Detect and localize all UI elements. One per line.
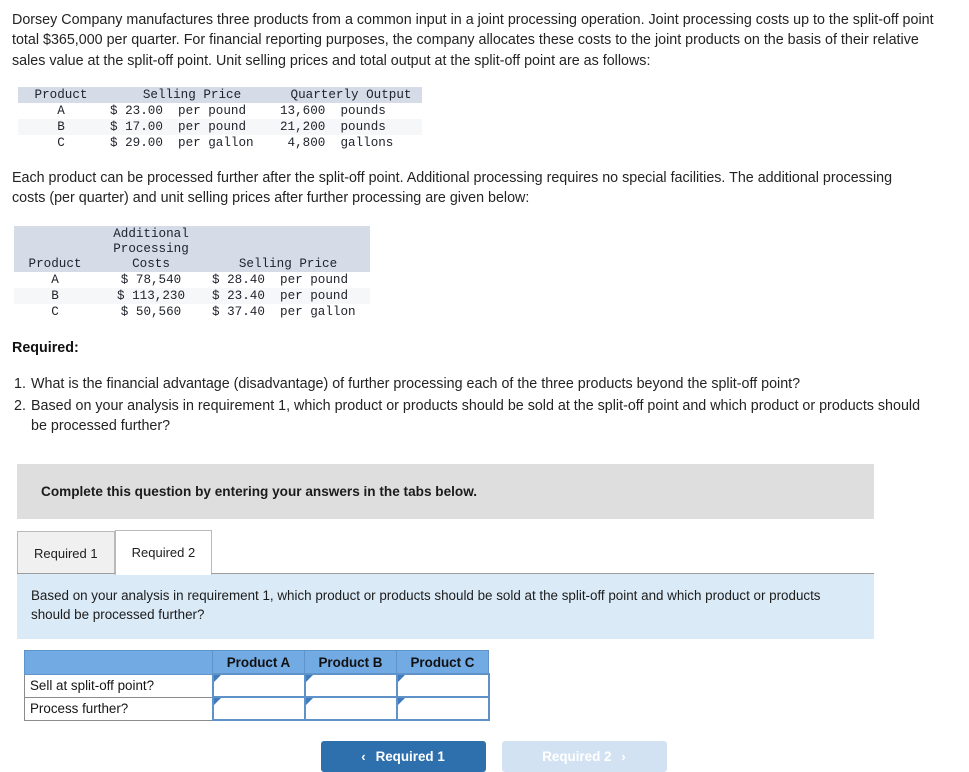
cell-additional-cost: $ 50,560 [120, 305, 182, 320]
table-header-row: Product Additional Processing Costs Sellin… [14, 226, 370, 273]
further-processing-data-table: Product Additional Processing Costs Sellin… [14, 226, 370, 320]
next-button-label: Required 2 [542, 749, 612, 765]
tab-required-1[interactable]: Required 1 [17, 531, 115, 574]
chevron-down-icon [397, 698, 405, 706]
answer-grid-header-product-c: Product C [396, 649, 489, 675]
cell-additional-cost: $ 113,230 [116, 289, 186, 304]
table-row: C $ 50,560 $ 37.40 per gallon [14, 304, 370, 320]
cell-product: C [57, 135, 65, 150]
chevron-right-icon: › [621, 749, 626, 765]
required-item-number: 2. [14, 397, 26, 414]
navigation-row: ‹ Required 1 Required 2 › [12, 741, 955, 772]
cell-selling-price: $ 23.00 per pound [110, 103, 247, 118]
header-quarterly-output: Quarterly Output [290, 87, 412, 102]
required-heading: Required: [12, 340, 79, 357]
cell-product: C [51, 305, 59, 320]
instruction-text: Complete this question by entering your … [41, 484, 478, 499]
answer-row-sell-at-splitoff: Sell at split-off point? [24, 673, 490, 699]
chevron-down-icon [305, 675, 313, 683]
answer-row-process-further: Process further? [24, 696, 490, 722]
cell-quarterly-output: 4,800 gallons [280, 135, 394, 150]
answer-row-label: Sell at split-off point? [24, 673, 213, 698]
chevron-down-icon [305, 698, 313, 706]
answer-grid-header-product-b: Product B [304, 649, 397, 675]
next-required-2-button[interactable]: Required 2 › [501, 741, 667, 772]
answer-row-label: Process further? [24, 696, 213, 721]
table-row: B $ 17.00 per pound 21,200 pounds [18, 118, 422, 135]
chevron-down-icon [397, 675, 405, 683]
tab-strip: Required 1 Required 2 [17, 529, 874, 575]
required-item-text: Based on your analysis in requirement 1,… [31, 397, 921, 435]
select-sell-splitoff-product-b[interactable] [303, 673, 398, 699]
cell-product: A [57, 103, 65, 118]
intro-paragraph-1: Dorsey Company manufactures three produc… [12, 12, 934, 69]
required-list: 1. What is the financial advantage (disa… [12, 374, 955, 437]
chevron-down-icon [213, 698, 221, 706]
table-row: C $ 29.00 per gallon 4,800 gallons [18, 135, 422, 151]
intro-paragraph-2: Each product can be processed further af… [12, 169, 893, 207]
splitoff-data-table: Product Selling Price Quarterly Output A… [18, 86, 422, 151]
chevron-down-icon [213, 675, 221, 683]
table-header-row: Product Selling Price Quarterly Output [18, 86, 422, 103]
answer-grid-header-row: Product A Product B Product C [24, 649, 489, 675]
table-row: B $ 113,230 $ 23.40 per pound [14, 288, 370, 305]
answer-grid-corner [24, 649, 213, 675]
required-item-2: 2. Based on your analysis in requirement… [12, 396, 931, 437]
chevron-left-icon: ‹ [361, 749, 366, 765]
prev-required-1-button[interactable]: ‹ Required 1 [320, 741, 486, 772]
header-additional-processing-costs: Additional Processing Costs [113, 227, 189, 271]
instruction-banner: Complete this question by entering your … [17, 464, 874, 519]
question-page: Dorsey Company manufactures three produc… [0, 0, 969, 772]
cell-selling-price: $ 29.00 per gallon [110, 135, 254, 150]
cell-product: B [57, 119, 65, 134]
answer-grid-header-product-a: Product A [212, 649, 305, 675]
cell-quarterly-output: 21,200 pounds [280, 119, 386, 134]
header-selling-price: Selling Price [238, 256, 338, 271]
cell-product: A [51, 273, 59, 288]
question-text: Based on your analysis in requirement 1,… [31, 588, 821, 623]
select-process-further-product-b[interactable] [303, 696, 398, 722]
question-panel: Based on your analysis in requirement 1,… [17, 574, 874, 639]
select-process-further-product-c[interactable] [395, 696, 490, 722]
table-row: A $ 78,540 $ 28.40 per pound [14, 272, 370, 288]
prev-button-label: Required 1 [375, 749, 445, 765]
cell-additional-cost: $ 78,540 [120, 273, 182, 288]
answer-grid: Product A Product B Product C Sell at sp… [24, 649, 490, 722]
table-row: A $ 23.00 per pound 13,600 pounds [18, 103, 422, 119]
cell-selling-price: $ 17.00 per pound [110, 119, 247, 134]
cell-selling-price: $ 28.40 per pound [212, 273, 349, 288]
header-selling-price: Selling Price [142, 87, 242, 102]
select-sell-splitoff-product-a[interactable] [211, 673, 306, 699]
select-process-further-product-a[interactable] [211, 696, 306, 722]
required-item-1: 1. What is the financial advantage (disa… [12, 374, 931, 395]
required-item-text: What is the financial advantage (disadva… [31, 376, 801, 393]
header-product: Product [28, 256, 82, 271]
header-product: Product [34, 87, 88, 102]
tab-required-2[interactable]: Required 2 [114, 530, 213, 575]
cell-selling-price: $ 37.40 per gallon [212, 305, 356, 320]
cell-quarterly-output: 13,600 pounds [280, 103, 386, 118]
select-sell-splitoff-product-c[interactable] [395, 673, 490, 699]
cell-product: B [51, 289, 59, 304]
required-item-number: 1. [14, 376, 26, 393]
cell-selling-price: $ 23.40 per pound [212, 289, 349, 304]
